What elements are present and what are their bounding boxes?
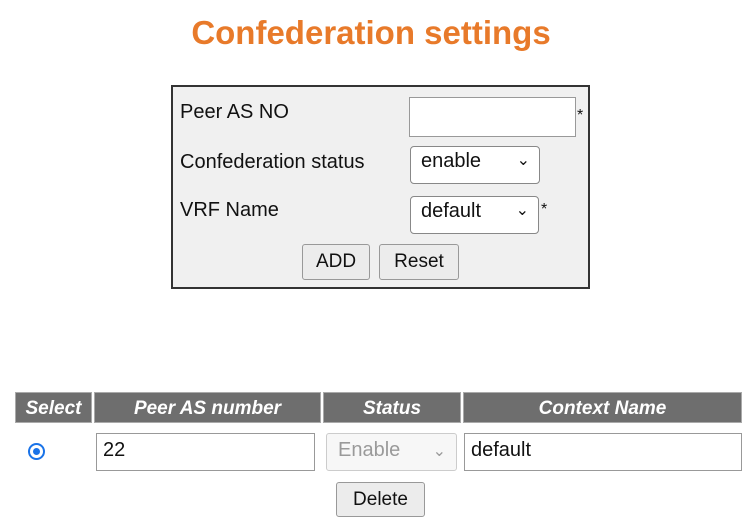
chevron-down-icon: ⌄	[432, 443, 446, 460]
vrf-required-mark: *	[541, 201, 548, 218]
chevron-down-icon: ⌄	[516, 152, 530, 169]
vrf-name-label: VRF Name	[180, 199, 279, 221]
status-value: Enable	[338, 439, 401, 461]
column-header-context-name: Context Name	[463, 392, 742, 423]
column-header-status: Status	[323, 392, 461, 423]
confederation-status-select[interactable]: enable ⌄	[410, 146, 540, 184]
confederation-form: Peer AS NO * Confederation status enable…	[171, 85, 590, 289]
confederation-status-label: Confederation status	[180, 151, 365, 173]
vrf-name-value: default	[421, 200, 482, 222]
context-name-field[interactable]: default	[464, 433, 742, 471]
confederation-status-value: enable	[421, 150, 482, 172]
column-header-select: Select	[15, 392, 92, 423]
peer-as-number-field[interactable]: 22	[96, 433, 315, 471]
status-select: Enable ⌄	[326, 433, 457, 471]
page-title: Confederation settings	[191, 14, 551, 51]
reset-button[interactable]: Reset	[379, 244, 459, 280]
peer-as-input[interactable]	[409, 97, 576, 137]
vrf-name-select[interactable]: default ⌄	[410, 196, 539, 234]
radio-selected-icon	[33, 448, 40, 455]
add-button[interactable]: ADD	[302, 244, 370, 280]
column-header-peer-as-number: Peer AS number	[94, 392, 321, 423]
peer-as-required-mark: *	[577, 107, 584, 124]
chevron-down-icon: ⌄	[515, 202, 529, 219]
peer-as-label: Peer AS NO	[180, 101, 289, 123]
delete-button[interactable]: Delete	[336, 482, 425, 517]
row-select-radio[interactable]	[28, 443, 45, 460]
